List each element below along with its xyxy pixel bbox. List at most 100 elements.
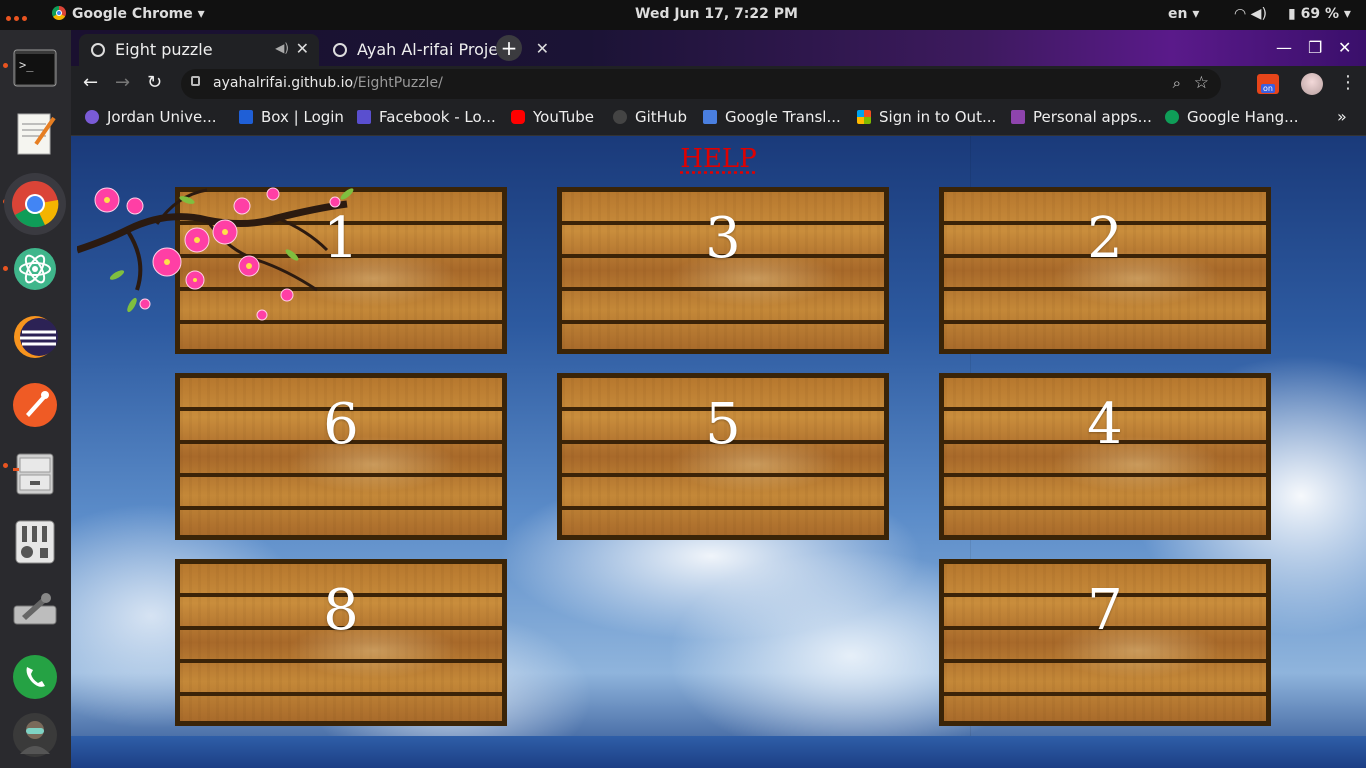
bookmark-label: GitHub [635,108,687,126]
lock-icon[interactable] [191,76,200,86]
forward-icon[interactable]: → [115,72,130,93]
tile-number: 8 [323,578,359,643]
puzzle-tile-5[interactable]: 5 [557,373,889,540]
puzzle-tile-4[interactable]: 4 [939,373,1271,540]
battery-label: 69 % [1300,6,1339,22]
bookmark-label: Google Transl... [725,108,841,126]
active-app-name: Google Chrome [72,6,193,22]
globe-icon [91,43,105,57]
bookmark-label: Jordan Unive... [107,108,217,126]
status-icons[interactable]: ◠ ◀) [1234,6,1267,22]
personal-apps-icon [1011,110,1025,124]
address-bar[interactable]: ayahalrifai.github.io/EightPuzzle/ ⌕ ☆ [181,69,1221,99]
language-label: en [1168,6,1188,22]
tile-number: 7 [1087,578,1123,643]
tile-number: 2 [1087,206,1123,271]
close-tab-icon[interactable]: ✕ [536,39,549,58]
browser-toolbar: ← → ↻ ayahalrifai.github.io/EightPuzzle/… [71,66,1366,102]
active-app-menu[interactable]: Google Chrome ▾ [52,6,205,22]
minimize-icon[interactable]: — [1276,38,1292,57]
launcher-dock: >_ [0,30,71,768]
puzzle-tile-6[interactable]: 6 [175,373,507,540]
terminal-icon[interactable]: >_ [10,44,60,94]
zoom-icon[interactable]: ⌕ [1173,74,1181,92]
bookmark-item[interactable]: Google Transl... [703,108,841,126]
file-cabinet-icon[interactable] [10,448,60,498]
help-link[interactable]: HELP [71,144,1366,174]
background-band [71,736,1366,768]
bookmark-item[interactable]: YouTube [511,108,594,126]
user-avatar-icon[interactable] [10,710,60,760]
battery-icon: ▮ [1288,6,1296,22]
url-text[interactable]: ayahalrifai.github.io/EightPuzzle/ [213,75,443,91]
bookmark-item[interactable]: Personal apps... [1011,108,1152,126]
more-bookmarks-icon[interactable]: » [1337,107,1347,126]
tile-number: 6 [323,392,359,457]
page-viewport: HELP 1 3 2 6 5 4 8 7 [71,136,1366,768]
bookmark-item[interactable]: Sign in to Out... [857,108,996,126]
volume-icon: ◀) [1250,6,1267,22]
maximize-icon[interactable]: ❐ [1308,38,1322,57]
puzzle-tile-2[interactable]: 2 [939,187,1271,354]
youtube-icon [511,110,525,124]
running-indicator [3,266,8,271]
bookmark-item[interactable]: Google Hang... [1165,108,1298,126]
running-indicator [3,463,8,468]
bookmark-item[interactable]: GitHub [613,108,687,126]
running-indicator [3,63,8,68]
chrome-icon [52,6,66,20]
text-editor-icon[interactable] [10,108,60,158]
language-indicator[interactable]: en ▾ [1168,6,1199,22]
google-translate-icon [703,110,717,124]
tab-title: Eight puzzle [115,40,213,59]
puzzle-tile-8[interactable]: 8 [175,559,507,726]
wifi-icon: ◠ [1234,6,1247,22]
system-clock[interactable]: Wed Jun 17, 7:22 PM [635,6,798,22]
window-controls[interactable] [6,9,36,21]
svg-text:>_: >_ [19,58,34,72]
bookmark-label: Google Hang... [1187,108,1299,126]
bookmark-star-icon[interactable]: ☆ [1194,73,1209,93]
facebook-icon [357,110,371,124]
box-icon [239,110,253,124]
cherry-blossom-decoration [77,187,354,321]
close-window-icon[interactable]: ✕ [1338,38,1351,57]
settings-tools-icon[interactable] [10,586,60,636]
eclipse-icon[interactable] [10,312,60,362]
whatsapp-icon[interactable] [10,652,60,702]
speaker-icon[interactable]: ◀) [275,41,289,55]
bookmarks-bar: Jordan Unive... Box | Login Facebook - L… [71,102,1366,136]
kebab-menu-icon[interactable]: ⋮ [1339,72,1357,93]
microsoft-icon [857,110,871,124]
new-tab-button[interactable]: + [496,35,522,61]
bookmark-label: Box | Login [261,108,344,126]
postman-icon[interactable] [10,380,60,430]
hangouts-icon [1165,110,1179,124]
bookmark-item[interactable]: Facebook - Lo... [357,108,496,126]
globe-icon [333,43,347,57]
url-path: /EightPuzzle/ [353,75,443,91]
url-host: ayahalrifai.github.io [213,75,354,91]
bookmark-label: Personal apps... [1033,108,1152,126]
puzzle-tile-3[interactable]: 3 [557,187,889,354]
mixer-icon[interactable] [10,516,60,566]
battery-indicator[interactable]: ▮ 69 % ▾ [1288,6,1351,22]
github-icon [613,110,627,124]
bookmark-label: Facebook - Lo... [379,108,496,126]
bookmark-item[interactable]: Jordan Unive... [85,108,217,126]
jordan-university-icon [85,110,99,124]
bookmark-item[interactable]: Box | Login [239,108,344,126]
reload-icon[interactable]: ↻ [147,72,162,93]
close-tab-icon[interactable]: ✕ [296,39,309,58]
tab-eight-puzzle[interactable]: Eight puzzle ◀) ✕ [79,34,319,66]
atom-icon[interactable] [10,244,60,294]
back-icon[interactable]: ← [83,72,98,93]
extension-icon[interactable]: on [1257,74,1279,94]
profile-avatar[interactable] [1301,73,1323,95]
puzzle-tile-7[interactable]: 7 [939,559,1271,726]
tab-ayah-projects[interactable]: Ayah Al-rifai Projects ✕ [321,34,559,66]
bookmark-label: YouTube [533,108,594,126]
extension-badge: on [1261,84,1275,93]
tile-number: 4 [1087,392,1123,457]
chrome-icon[interactable] [4,173,66,235]
